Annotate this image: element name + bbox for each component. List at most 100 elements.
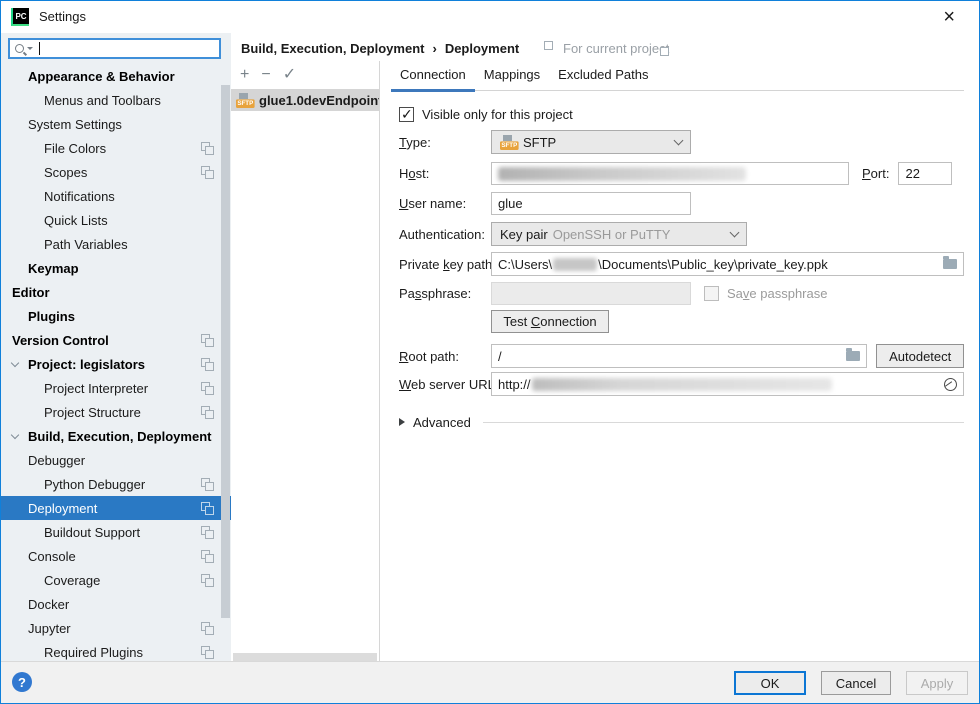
advanced-expand-arrow-icon[interactable] (399, 418, 405, 426)
cancel-button[interactable]: Cancel (821, 671, 891, 695)
visible-only-checkbox[interactable] (399, 107, 414, 122)
private-key-path-label: Private key path: (399, 257, 491, 272)
apply-check-icon[interactable]: ✓ (283, 67, 296, 83)
sidebar-scrollbar[interactable] (221, 85, 230, 618)
type-dropdown[interactable]: SFTP SFTP (491, 130, 691, 154)
sidebar-item-label: Keymap (28, 261, 79, 276)
sidebar-item-label: Jupyter (28, 621, 71, 636)
sidebar-item-appearance-behavior[interactable]: Appearance & Behavior (1, 64, 231, 88)
web-server-url-label: Web server URL: (399, 377, 491, 392)
sidebar-item-label: Python Debugger (44, 477, 145, 492)
sidebar-item-label: Project Structure (44, 405, 141, 420)
server-name: glue1.0devEndpoint (259, 93, 379, 108)
server-toolbar: +−✓ (231, 61, 379, 88)
sidebar-item-system-settings[interactable]: System Settings (1, 112, 231, 136)
passphrase-input[interactable] (491, 282, 691, 305)
per-project-settings-icon (201, 526, 214, 539)
per-project-settings-icon (201, 550, 214, 563)
sidebar-item-label: Quick Lists (44, 213, 108, 228)
ok-button[interactable]: OK (734, 671, 806, 695)
settings-sidebar: Appearance & BehaviorMenus and Toolbars S… (1, 33, 231, 663)
redacted-username (553, 258, 597, 271)
search-options-arrow-icon[interactable] (27, 47, 33, 50)
per-project-settings-icon (201, 622, 214, 635)
advanced-label[interactable]: Advanced (413, 415, 471, 430)
sidebar-item-python-debugger[interactable]: Python Debugger (1, 472, 231, 496)
tab-mappings[interactable]: Mappings (475, 61, 549, 90)
sidebar-item-quick-lists[interactable]: Quick Lists (1, 208, 231, 232)
server-list-horizontal-scrollbar[interactable] (233, 653, 377, 661)
save-passphrase-checkbox[interactable] (704, 286, 719, 301)
connection-settings-panel: ConnectionMappingsExcluded Paths Visible… (380, 61, 978, 663)
sidebar-item-keymap[interactable]: Keymap (1, 256, 231, 280)
sidebar-item-label: Buildout Support (44, 525, 140, 540)
test-connection-button[interactable]: Test Connection (491, 310, 609, 333)
search-input[interactable] (8, 38, 221, 59)
sidebar-item-label: Required Plugins (44, 645, 143, 660)
sftp-server-icon: SFTP (236, 93, 255, 108)
sidebar-item-project-structure[interactable]: Project Structure (1, 400, 231, 424)
sidebar-item-jupyter[interactable]: Jupyter (1, 616, 231, 640)
browse-folder-icon[interactable] (846, 351, 860, 361)
sidebar-item-plugins[interactable]: Plugins (1, 304, 231, 328)
sidebar-item-path-variables[interactable]: Path Variables (1, 232, 231, 256)
sidebar-item-notifications[interactable]: Notifications (1, 184, 231, 208)
host-label: Host: (399, 166, 491, 181)
title-bar[interactable]: PC Settings × (1, 1, 979, 33)
breadcrumb-separator: › (432, 41, 436, 56)
chevron-spacer (23, 236, 39, 252)
sidebar-item-label: Console (28, 549, 76, 564)
add-icon[interactable]: + (240, 67, 249, 83)
sidebar-item-coverage[interactable]: Coverage (1, 568, 231, 592)
apply-button[interactable]: Apply (906, 671, 968, 695)
sidebar-item-menus-and-toolbars[interactable]: Menus and Toolbars (1, 88, 231, 112)
redacted-host-value (498, 167, 746, 181)
type-value: SFTP (523, 135, 556, 150)
private-key-path-input[interactable]: C:\Users\ \Documents\Public_key\private_… (491, 252, 964, 276)
host-input[interactable] (491, 162, 849, 185)
chevron-spacer (7, 260, 23, 276)
sidebar-item-buildout-support[interactable]: Buildout Support (1, 520, 231, 544)
root-path-input[interactable]: / (491, 344, 867, 368)
sidebar-item-file-colors[interactable]: File Colors (1, 136, 231, 160)
authentication-dropdown[interactable]: Key pair OpenSSH or PuTTY (491, 222, 747, 246)
chevron-spacer (7, 68, 23, 84)
chevron-down-icon[interactable] (7, 428, 23, 444)
autodetect-button[interactable]: Autodetect (876, 344, 964, 368)
sidebar-item-label: System Settings (28, 117, 122, 132)
remove-icon[interactable]: − (261, 67, 270, 83)
sidebar-item-debugger[interactable]: Debugger (1, 448, 231, 472)
chevron-spacer (23, 188, 39, 204)
chevron-down-icon[interactable] (7, 356, 23, 372)
web-server-url-input[interactable]: http:// (491, 372, 964, 396)
redacted-url-value (532, 378, 832, 391)
browse-folder-icon[interactable] (943, 259, 957, 269)
chevron-spacer (23, 572, 39, 588)
server-list-panel: +−✓ SFTP glue1.0devEndpoint (231, 61, 379, 663)
sidebar-item-console[interactable]: Console (1, 544, 231, 568)
save-passphrase-label: Save passphrase (727, 286, 827, 301)
sidebar-item-version-control[interactable]: Version Control (1, 328, 231, 352)
sidebar-item-deployment[interactable]: Deployment (1, 496, 231, 520)
chevron-spacer (23, 140, 39, 156)
sidebar-item-project-interpreter[interactable]: Project Interpreter (1, 376, 231, 400)
server-list-item[interactable]: SFTP glue1.0devEndpoint (231, 89, 379, 111)
user-name-input[interactable]: glue (491, 192, 691, 215)
sidebar-item-editor[interactable]: Editor (1, 280, 231, 304)
sidebar-item-project-legislators[interactable]: Project: legislators (1, 352, 231, 376)
help-icon[interactable]: ? (12, 672, 32, 692)
sidebar-item-scopes[interactable]: Scopes (1, 160, 231, 184)
sidebar-item-docker[interactable]: Docker (1, 592, 231, 616)
port-input[interactable]: 22 (898, 162, 952, 185)
close-icon[interactable]: × (943, 6, 955, 29)
sidebar-item-build-execution-deployment[interactable]: Build, Execution, Deployment (1, 424, 231, 448)
chevron-spacer (7, 308, 23, 324)
sidebar-item-label: Deployment (28, 501, 97, 516)
chevron-spacer (23, 404, 39, 420)
tab-connection[interactable]: Connection (391, 61, 475, 90)
per-project-settings-icon (201, 142, 214, 155)
breadcrumb-item-build-execution-deployment: Build, Execution, Deployment (241, 41, 424, 56)
tab-excluded-paths[interactable]: Excluded Paths (549, 61, 657, 90)
user-name-label: User name: (399, 196, 491, 211)
window-title: Settings (39, 9, 86, 24)
